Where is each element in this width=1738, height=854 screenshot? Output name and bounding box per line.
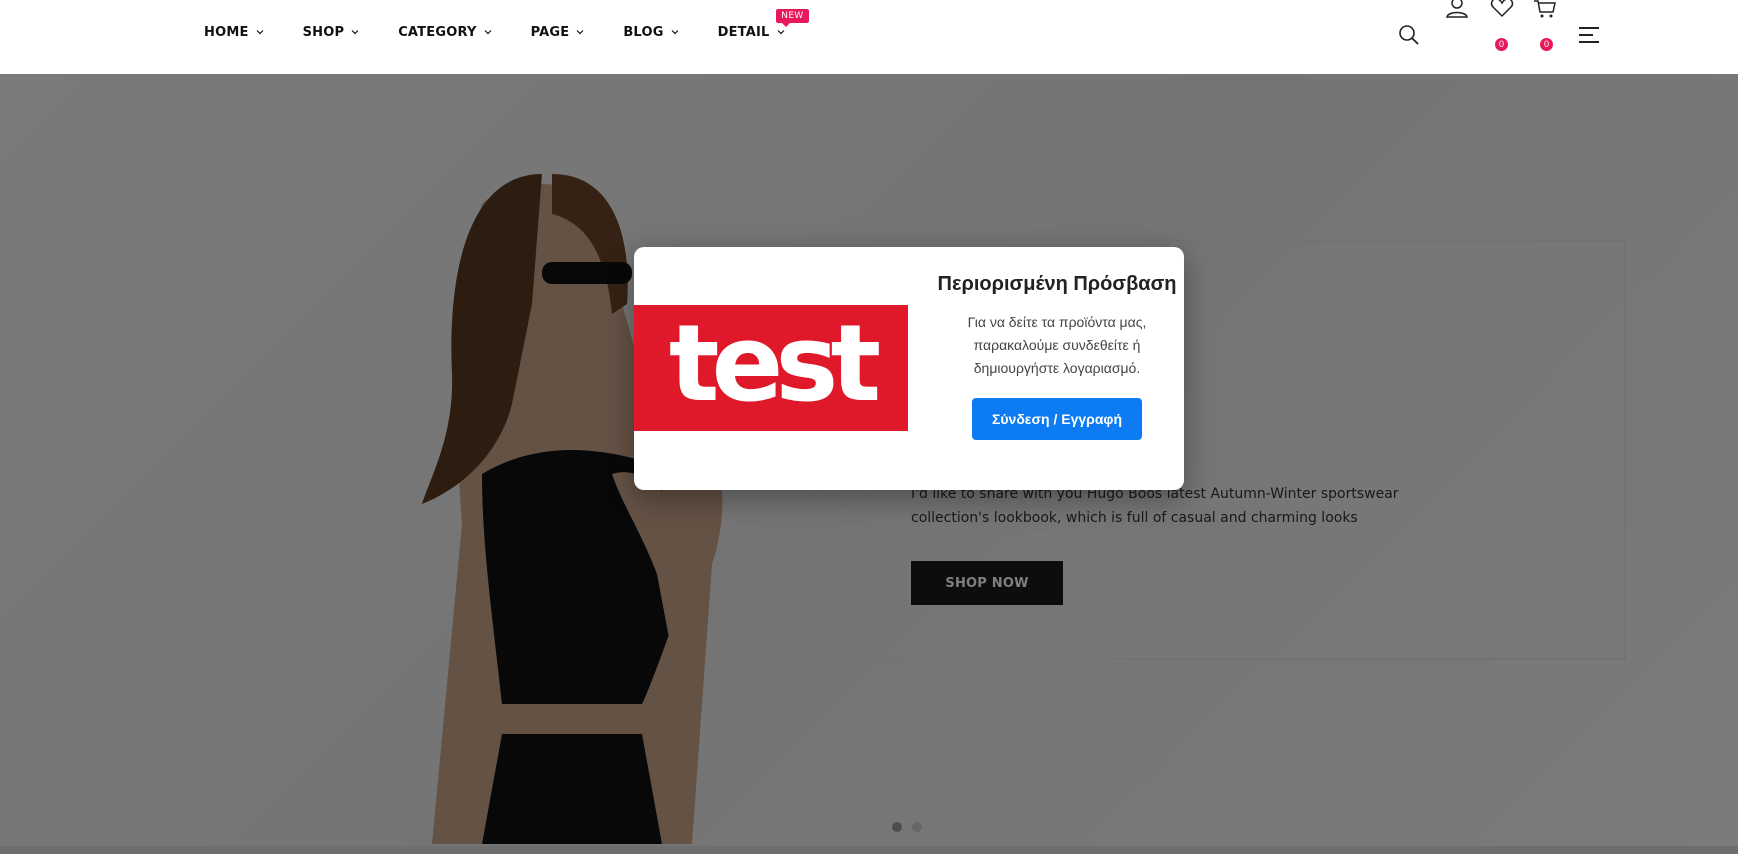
search-button[interactable] xyxy=(1396,22,1422,48)
chevron-down-icon xyxy=(256,30,263,35)
search-icon xyxy=(1399,25,1419,45)
cart-icon xyxy=(1534,0,1556,18)
cart-count-badge: 0 xyxy=(1540,38,1553,51)
brand-logo: test xyxy=(634,305,908,431)
new-badge: NEW xyxy=(776,8,809,27)
site-header: HOME SHOP CATEGORY PAGE BLOG DETAIL NEW xyxy=(0,0,1738,74)
nav-item-category[interactable]: CATEGORY xyxy=(398,25,491,40)
nav-item-shop[interactable]: SHOP xyxy=(303,25,360,40)
chevron-down-icon xyxy=(484,30,491,35)
chevron-down-icon xyxy=(777,30,784,35)
nav-item-detail[interactable]: DETAIL NEW xyxy=(717,8,809,40)
nav-item-page[interactable]: PAGE xyxy=(531,25,585,40)
modal-message: Για να δείτε τα προϊόντα μας, παρακαλούμ… xyxy=(967,314,1147,376)
account-button[interactable] xyxy=(1444,0,1470,18)
hamburger-menu-icon xyxy=(1579,27,1599,43)
chevron-down-icon xyxy=(351,30,359,35)
wishlist-count-badge: 0 xyxy=(1495,38,1508,51)
nav-item-blog[interactable]: BLOG xyxy=(623,24,679,40)
nav-item-home[interactable]: HOME xyxy=(204,25,264,40)
user-icon xyxy=(1446,0,1468,18)
nav-label: BLOG xyxy=(623,24,664,40)
menu-button[interactable] xyxy=(1576,24,1602,46)
cart-button[interactable] xyxy=(1532,0,1558,18)
heart-icon xyxy=(1490,0,1514,18)
modal-body: Περιορισμένη Πρόσβαση Για να δείτε τα πρ… xyxy=(934,269,1180,440)
chevron-down-icon xyxy=(671,30,679,35)
logo-text: test xyxy=(668,302,881,425)
nav-label: CATEGORY xyxy=(398,24,477,40)
main-nav: HOME SHOP CATEGORY PAGE BLOG DETAIL NEW xyxy=(204,0,824,64)
chevron-down-icon xyxy=(576,30,584,35)
login-register-button[interactable]: Σύνδεση / Εγγραφή xyxy=(971,398,1142,440)
nav-label: DETAIL xyxy=(717,24,770,40)
nav-label: HOME xyxy=(204,24,249,40)
restricted-access-modal: test Περιορισμένη Πρόσβαση Για να δείτε … xyxy=(634,247,1184,490)
nav-label: SHOP xyxy=(302,24,345,40)
wishlist-button[interactable] xyxy=(1489,0,1515,18)
nav-label: PAGE xyxy=(530,24,570,40)
modal-title: Περιορισμένη Πρόσβαση xyxy=(937,273,1177,295)
